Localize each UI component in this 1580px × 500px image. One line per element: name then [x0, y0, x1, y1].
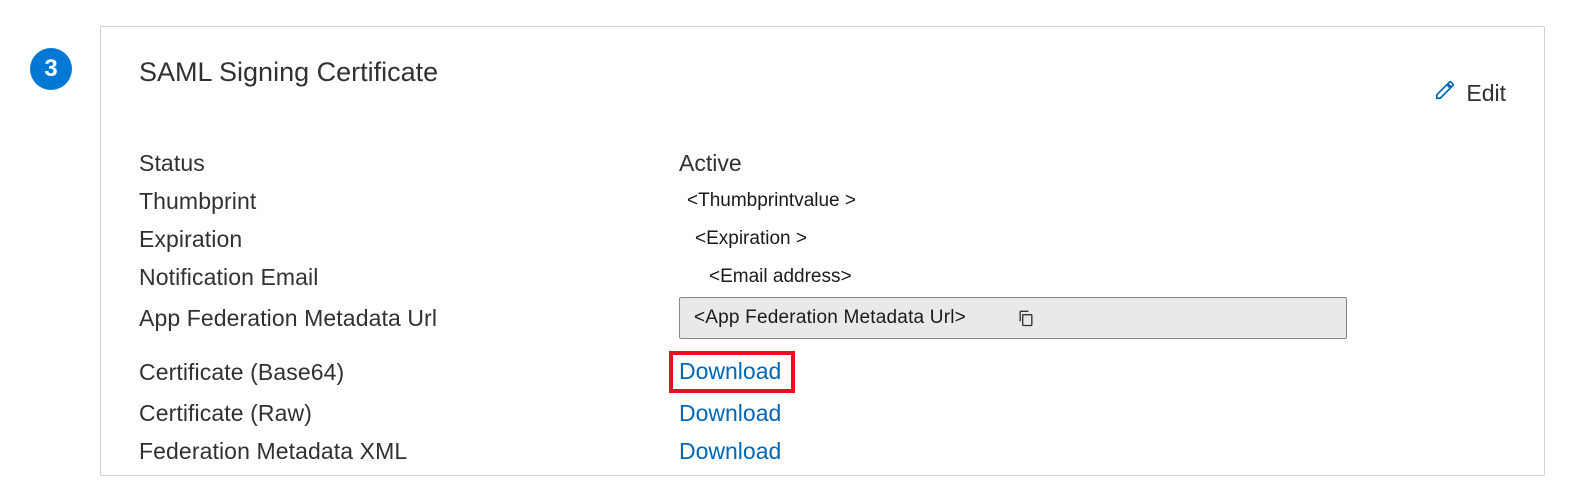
notification-email-value: <Email address> [679, 266, 852, 288]
expiration-value: <Expiration > [679, 228, 807, 250]
edit-label: Edit [1466, 80, 1506, 107]
row-cert-raw: Certificate (Raw) Download [139, 395, 1506, 431]
cert-base64-label: Certificate (Base64) [139, 359, 679, 386]
row-fed-xml: Federation Metadata XML Download [139, 433, 1506, 469]
saml-signing-certificate-card: SAML Signing Certificate Edit Status Act… [100, 26, 1545, 476]
download-fed-xml-link[interactable]: Download [679, 438, 781, 464]
download-cert-base64-link[interactable]: Download [679, 358, 781, 384]
metadata-url-field[interactable]: <App Federation Metadata Url> [679, 297, 1347, 339]
highlight-box: Download [669, 351, 795, 393]
thumbprint-value: <Thumbprintvalue > [679, 190, 856, 212]
metadata-url-value: <App Federation Metadata Url> [694, 307, 1016, 329]
row-expiration: Expiration <Expiration > [139, 221, 1506, 257]
status-value: Active [679, 150, 742, 177]
row-cert-base64: Certificate (Base64) Download [139, 351, 1506, 393]
edit-button[interactable]: Edit [1434, 79, 1506, 107]
card-header: SAML Signing Certificate Edit [139, 57, 1506, 107]
status-label: Status [139, 150, 679, 177]
expiration-label: Expiration [139, 226, 679, 253]
step-number: 3 [44, 55, 57, 83]
cert-base64-value: Download [679, 351, 795, 393]
cert-raw-label: Certificate (Raw) [139, 400, 679, 427]
fed-xml-value: Download [679, 438, 781, 465]
field-rows: Status Active Thumbprint <Thumbprintvalu… [139, 145, 1506, 469]
card-title: SAML Signing Certificate [139, 57, 438, 88]
pencil-icon [1434, 79, 1456, 107]
metadata-url-label: App Federation Metadata Url [139, 305, 679, 332]
cert-raw-value: Download [679, 400, 781, 427]
row-thumbprint: Thumbprint <Thumbprintvalue > [139, 183, 1506, 219]
step-badge: 3 [30, 48, 72, 90]
download-cert-raw-link[interactable]: Download [679, 400, 781, 426]
copy-icon[interactable] [1016, 308, 1338, 328]
thumbprint-label: Thumbprint [139, 188, 679, 215]
fed-xml-label: Federation Metadata XML [139, 438, 679, 465]
notification-email-label: Notification Email [139, 264, 679, 291]
row-notification-email: Notification Email <Email address> [139, 259, 1506, 295]
row-metadata-url: App Federation Metadata Url <App Federat… [139, 297, 1506, 339]
row-status: Status Active [139, 145, 1506, 181]
